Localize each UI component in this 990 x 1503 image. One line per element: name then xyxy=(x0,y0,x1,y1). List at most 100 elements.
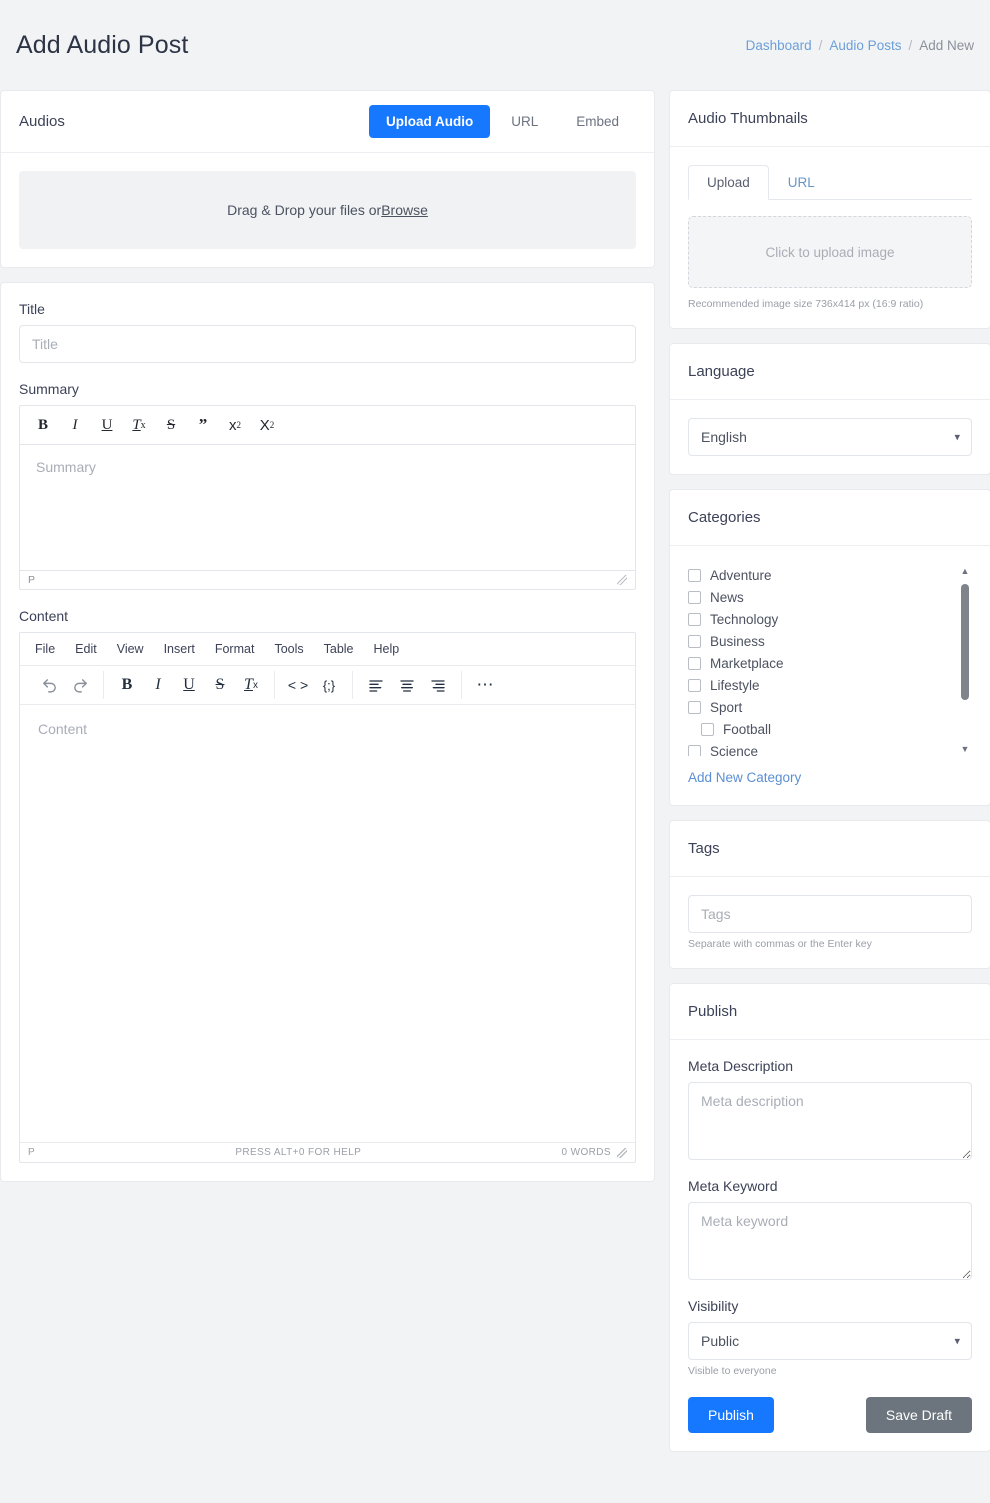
blockquote-icon[interactable]: ” xyxy=(188,412,218,438)
menu-format[interactable]: Format xyxy=(206,638,264,660)
menu-edit[interactable]: Edit xyxy=(66,638,106,660)
tab-upload-audio[interactable]: Upload Audio xyxy=(369,105,490,138)
title-input[interactable] xyxy=(19,325,636,363)
tab-url[interactable]: URL xyxy=(494,105,555,138)
checkbox-icon[interactable] xyxy=(688,569,701,582)
underline-icon[interactable]: U xyxy=(174,671,204,699)
meta-description-textarea[interactable] xyxy=(688,1082,972,1160)
category-item-news[interactable]: News xyxy=(688,586,950,608)
checkbox-icon[interactable] xyxy=(701,723,714,736)
tags-card: Tags Separate with commas or the Enter k… xyxy=(669,820,990,969)
menu-insert[interactable]: Insert xyxy=(155,638,204,660)
breadcrumb-separator: / xyxy=(819,38,823,53)
checkbox-icon[interactable] xyxy=(688,613,701,626)
content-label: Content xyxy=(19,608,636,624)
menu-file[interactable]: File xyxy=(26,638,64,660)
summary-editor: B I U Tx S ” x2 X2 xyxy=(19,405,636,590)
align-center-icon[interactable] xyxy=(392,671,422,699)
language-select[interactable]: English xyxy=(688,418,972,456)
underline-icon[interactable]: U xyxy=(92,412,122,438)
audios-title: Audios xyxy=(19,113,65,130)
redo-icon[interactable] xyxy=(65,671,95,699)
code-sample-icon[interactable]: {;} xyxy=(314,671,344,699)
tags-input[interactable] xyxy=(688,895,972,933)
category-item-technology[interactable]: Technology xyxy=(688,608,950,630)
save-draft-button[interactable]: Save Draft xyxy=(866,1397,972,1433)
breadcrumb-item-dashboard[interactable]: Dashboard xyxy=(746,38,812,53)
publish-header: Publish xyxy=(670,984,990,1040)
tags-body: Separate with commas or the Enter key xyxy=(670,877,990,968)
source-code-icon[interactable]: < > xyxy=(283,671,313,699)
category-label: Science xyxy=(710,744,758,757)
category-item-science[interactable]: Science xyxy=(688,740,950,756)
menu-help[interactable]: Help xyxy=(365,638,409,660)
checkbox-icon[interactable] xyxy=(688,679,701,692)
add-new-category-link[interactable]: Add New Category xyxy=(688,770,801,785)
content-resize-handle[interactable] xyxy=(617,1148,627,1158)
checkbox-icon[interactable] xyxy=(688,635,701,648)
breadcrumb: Dashboard / Audio Posts / Add New xyxy=(746,38,974,53)
title-label: Title xyxy=(19,301,636,317)
remove-format-icon[interactable]: Tx xyxy=(236,671,266,699)
bold-icon[interactable]: B xyxy=(112,671,142,699)
thumbnail-source-tabs: Upload URL xyxy=(688,165,972,200)
menu-view[interactable]: View xyxy=(108,638,153,660)
visibility-label: Visibility xyxy=(688,1298,972,1314)
summary-textarea[interactable]: Summary xyxy=(20,445,635,570)
content-help-hint: PRESS ALT+0 FOR HELP xyxy=(35,1147,561,1158)
meta-keyword-textarea[interactable] xyxy=(688,1202,972,1280)
audios-card-header: Audios Upload Audio URL Embed xyxy=(1,91,654,153)
strikethrough-icon[interactable]: S xyxy=(205,671,235,699)
thumbnail-upload-dropzone[interactable]: Click to upload image xyxy=(688,216,972,288)
category-item-adventure[interactable]: Adventure xyxy=(688,564,950,586)
page-layout: Audios Upload Audio URL Embed Drag & Dro… xyxy=(0,90,990,1466)
align-right-icon[interactable] xyxy=(423,671,453,699)
categories-scrollbar[interactable]: ▲ ▼ xyxy=(958,564,972,756)
breadcrumb-item-audio-posts[interactable]: Audio Posts xyxy=(829,38,901,53)
category-label: Marketplace xyxy=(710,656,784,671)
italic-icon[interactable]: I xyxy=(143,671,173,699)
menu-table[interactable]: Table xyxy=(315,638,363,660)
content-status-bar: P PRESS ALT+0 FOR HELP 0 WORDS xyxy=(20,1142,635,1162)
audio-dropzone[interactable]: Drag & Drop your files or Browse xyxy=(19,171,636,249)
scroll-up-arrow-icon[interactable]: ▲ xyxy=(958,564,972,578)
remove-format-icon[interactable]: Tx xyxy=(124,412,154,438)
align-left-icon[interactable] xyxy=(361,671,391,699)
category-item-football[interactable]: Football xyxy=(688,718,950,740)
category-item-marketplace[interactable]: Marketplace xyxy=(688,652,950,674)
checkbox-icon[interactable] xyxy=(688,745,701,757)
scrollbar-thumb[interactable] xyxy=(961,584,969,700)
tags-note: Separate with commas or the Enter key xyxy=(688,938,972,950)
summary-resize-handle[interactable] xyxy=(617,575,627,585)
thumbnail-tab-upload[interactable]: Upload xyxy=(688,165,769,200)
italic-icon[interactable]: I xyxy=(60,412,90,438)
undo-icon[interactable] xyxy=(34,671,64,699)
checkbox-icon[interactable] xyxy=(688,591,701,604)
thumbnail-tab-url[interactable]: URL xyxy=(769,165,834,200)
menu-tools[interactable]: Tools xyxy=(265,638,312,660)
category-item-business[interactable]: Business xyxy=(688,630,950,652)
publish-button[interactable]: Publish xyxy=(688,1397,774,1433)
checkbox-icon[interactable] xyxy=(688,701,701,714)
superscript-icon[interactable]: x2 xyxy=(220,412,250,438)
more-options-icon[interactable]: ⋯ xyxy=(470,671,500,699)
audio-thumbnails-body: Upload URL Click to upload image Recomme… xyxy=(670,147,990,328)
audio-source-tabs: Upload Audio URL Embed xyxy=(369,105,636,138)
thumbnail-size-hint: Recommended image size 736x414 px (16:9 … xyxy=(688,298,972,310)
toolbar-group-code: < > {;} xyxy=(274,671,352,699)
category-item-sport[interactable]: Sport xyxy=(688,696,950,718)
scroll-down-arrow-icon[interactable]: ▼ xyxy=(958,742,972,756)
category-item-lifestyle[interactable]: Lifestyle xyxy=(688,674,950,696)
content-textarea[interactable]: Content xyxy=(20,705,635,1142)
toolbar-group-history xyxy=(26,671,103,699)
dropzone-text: Drag & Drop your files or xyxy=(227,202,381,218)
publish-actions: Publish Save Draft xyxy=(688,1397,972,1433)
bold-icon[interactable]: B xyxy=(28,412,58,438)
strikethrough-icon[interactable]: S xyxy=(156,412,186,438)
subscript-icon[interactable]: X2 xyxy=(252,412,282,438)
toolbar-group-align xyxy=(352,671,461,699)
dropzone-browse-link[interactable]: Browse xyxy=(381,202,428,218)
checkbox-icon[interactable] xyxy=(688,657,701,670)
visibility-select[interactable]: Public xyxy=(688,1322,972,1360)
tab-embed[interactable]: Embed xyxy=(559,105,636,138)
